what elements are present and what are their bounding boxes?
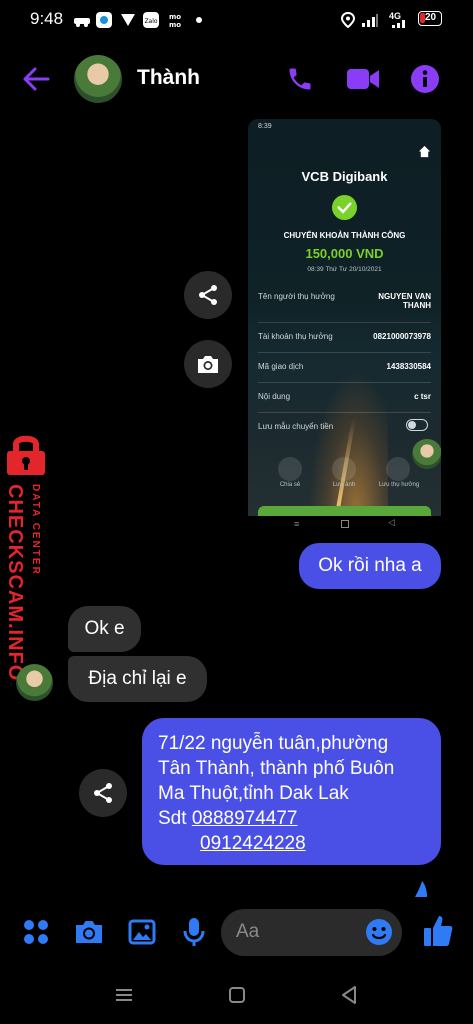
message-bubble-in[interactable]: Ok e [68,606,141,652]
card-nav-bar: ≡ ◁ [248,516,441,536]
home-button-icon[interactable] [228,986,246,1004]
message-input-placeholder: Aa [236,921,260,942]
share-button[interactable] [184,271,232,319]
gallery-icon[interactable] [128,918,156,946]
emoji-icon[interactable] [365,918,393,946]
svg-text:mo: mo [169,13,181,21]
system-nav-bar [0,970,473,1024]
transfer-datetime: 08:39 Thứ Tư 20/10/2021 [307,266,382,273]
app-icon [96,12,112,28]
location-icon [340,12,356,28]
momo-icon: momo [169,13,181,28]
row-label: Lưu mẫu chuyển tiền [258,422,334,431]
svg-text:mo: mo [169,21,181,28]
sender-avatar [16,664,53,701]
camera-button[interactable] [184,340,232,388]
status-time: 9:48 [30,9,64,28]
share-button[interactable] [79,769,127,817]
back-button-icon[interactable] [340,985,358,1005]
address-line: 71/22 nguyễn tuân,phường [158,733,389,754]
row-value: c tsr [414,392,431,401]
car-icon [74,18,90,27]
save-image-action-icon [332,457,356,481]
message-bubble-in[interactable]: Địa chỉ lại e [68,656,207,702]
camera-icon [198,356,218,373]
save-template-toggle [406,419,428,431]
row-label: Tài khoản thụ hưởng [258,332,333,341]
action-label: Chia sẻ [279,482,301,488]
video-call-icon[interactable] [346,66,380,92]
share-icon [94,783,112,803]
address-line: Ma Thuột,tỉnh Dak Lak [158,783,349,804]
divider [258,352,431,353]
watermark: CHECKSCAM.INFO DATA CENTER [0,432,52,681]
contact-name[interactable]: Thành [137,66,200,90]
bank-logo: VCB Digibank [301,169,388,184]
message-input[interactable]: Aa [221,909,402,956]
transfer-amount: 150,000 VND [305,246,384,261]
row-label: Mã giao dịch [258,362,304,371]
action-label: Lưu ảnh [332,482,356,488]
message-bubble-out-address[interactable]: 71/22 nguyễn tuân,phường Tân Thành, thàn… [142,718,441,865]
divider [258,382,431,383]
battery-level: 20 [425,12,437,23]
message-bubble-out[interactable]: Ok rồi nha a [299,543,441,589]
signal-2-icon [392,20,405,28]
row-value: 0821000073978 [373,332,431,341]
battery-icon: 20 [418,11,442,26]
status-bar: 9:48 Zalo mo mo 4G 20 [0,0,473,40]
row-label: Tên người thụ hưởng [258,292,335,301]
shield-icon [121,14,135,26]
chat-head-avatar [412,439,441,469]
row-label: Nội dung [258,392,291,401]
apps-grid-icon[interactable] [22,918,50,946]
home-icon [418,145,431,158]
seen-indicator-icon [415,881,427,897]
microphone-icon[interactable] [182,916,206,948]
action-label: Lưu thụ hưởng [378,482,420,488]
zalo-icon: Zalo [143,12,159,28]
signal-icon [362,14,378,27]
recent-apps-icon[interactable] [115,986,133,1004]
like-thumb-icon[interactable] [422,914,454,948]
row-value: 1438330584 [386,362,432,371]
card-status-time: 8:39 [258,123,272,130]
phone-link[interactable]: 0888974477 [192,808,298,829]
success-title: CHUYỂN KHOẢN THÀNH CÔNG [283,231,406,240]
divider [258,322,431,323]
camera-icon[interactable] [74,918,104,946]
row-value: NGUYEN VAN THANH [378,292,431,310]
padlock-icon [7,435,45,475]
watermark-sub: DATA CENTER [30,484,41,576]
divider [258,412,431,413]
svg-text:Zalo: Zalo [144,18,157,25]
more-notifications-dot [196,17,202,23]
back-arrow-icon[interactable] [22,66,50,92]
sdt-label: Sdt [158,808,187,829]
card-primary-button [258,506,431,516]
shared-screenshot[interactable]: 8:39 VCB Digibank CHUYỂN KHOẢN THÀNH CÔN… [248,119,441,516]
phone-link[interactable]: 0912424228 [200,831,306,856]
save-beneficiary-action-icon [386,457,410,481]
address-line: Tân Thành, thành phố Buôn [158,758,395,779]
phone-call-icon[interactable] [286,65,314,93]
info-icon[interactable] [410,64,440,94]
share-icon [199,285,217,305]
watermark-brand: CHECKSCAM.INFO [4,484,26,682]
success-check-icon [331,194,358,221]
contact-avatar[interactable] [74,55,122,103]
share-action-icon [278,457,302,481]
